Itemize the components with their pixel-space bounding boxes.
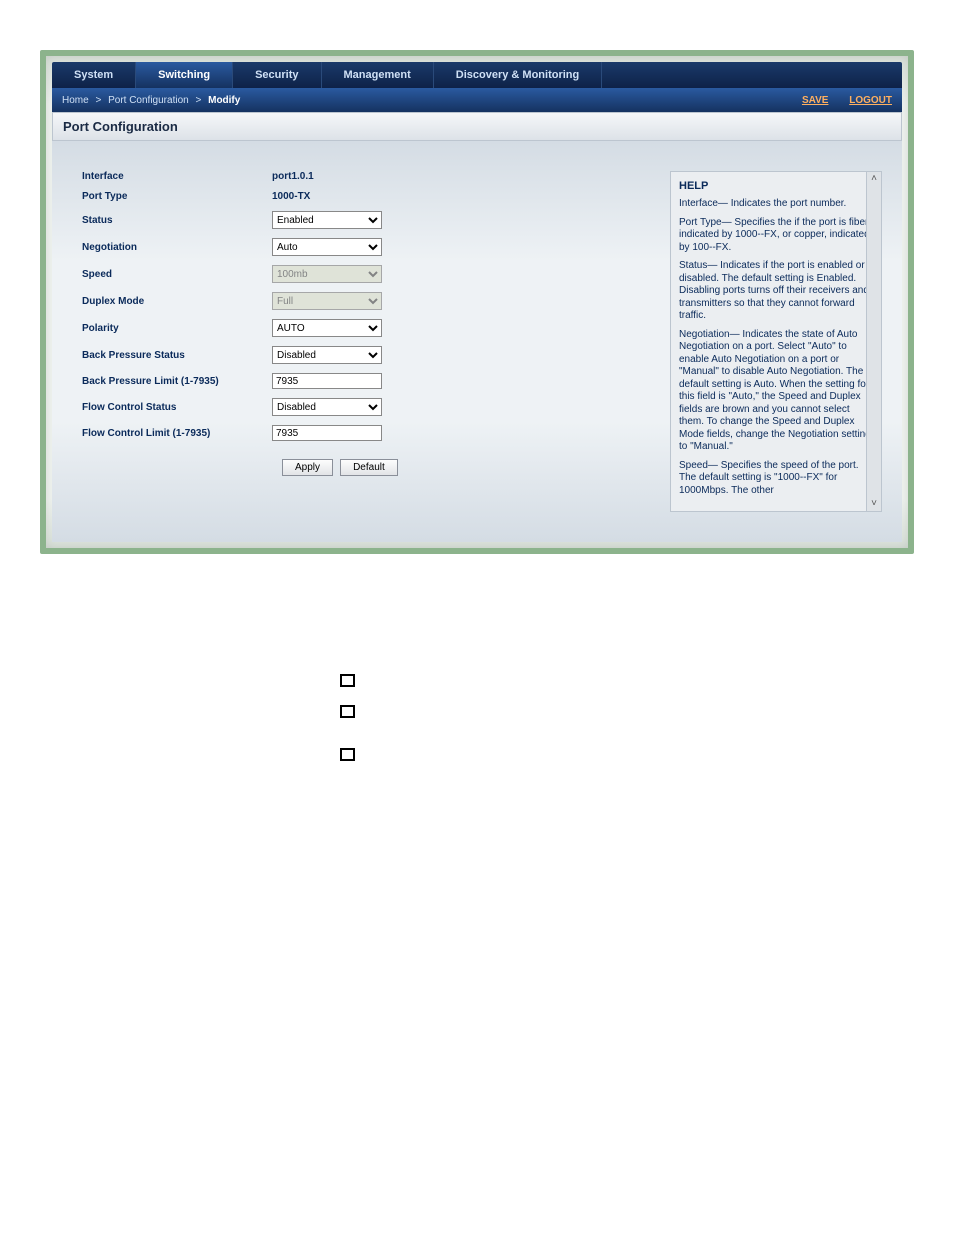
label-status: Status — [82, 215, 272, 226]
label-bp-status: Back Pressure Status — [82, 350, 272, 361]
help-scrollbar[interactable]: ˄ ˅ — [866, 172, 881, 511]
breadcrumb-current: Modify — [208, 95, 240, 106]
help-p1: Interface— Indicates the port number. — [679, 198, 873, 211]
breadcrumb-bar: Home > Port Configuration > Modify SAVE … — [52, 88, 902, 112]
help-p5: Speed— Specifies the speed of the port. … — [679, 460, 873, 498]
label-fc-status: Flow Control Status — [82, 402, 272, 413]
logout-link[interactable]: LOGOUT — [849, 95, 892, 106]
nav-tab-discovery[interactable]: Discovery & Monitoring — [434, 62, 602, 88]
select-speed: 100mb — [272, 265, 382, 283]
value-port-type: 1000-TX — [272, 191, 310, 202]
nav-tab-system[interactable]: System — [52, 62, 136, 88]
select-bp-status[interactable]: Disabled — [272, 346, 382, 364]
select-status[interactable]: Enabled — [272, 211, 382, 229]
help-title: HELP — [679, 180, 873, 192]
nav-tab-management[interactable]: Management — [322, 62, 434, 88]
default-button[interactable]: Default — [340, 459, 398, 476]
breadcrumb-sep: > — [95, 95, 101, 106]
help-p3: Status— Indicates if the port is enabled… — [679, 260, 873, 323]
content-wrap: Interface port1.0.1 Port Type 1000-TX St… — [52, 141, 902, 542]
select-polarity[interactable]: AUTO — [272, 319, 382, 337]
label-fc-limit: Flow Control Limit (1-7935) — [82, 428, 272, 439]
device-frame: System Switching Security Management Dis… — [40, 50, 914, 554]
breadcrumb-sep2: > — [195, 95, 201, 106]
help-panel: HELP Interface— Indicates the port numbe… — [670, 171, 882, 512]
select-duplex: Full — [272, 292, 382, 310]
page-title: Port Configuration — [52, 112, 902, 141]
label-polarity: Polarity — [82, 323, 272, 334]
input-bp-limit[interactable] — [272, 373, 382, 389]
nav-tab-security[interactable]: Security — [233, 62, 321, 88]
label-duplex: Duplex Mode — [82, 296, 272, 307]
label-interface: Interface — [82, 171, 272, 182]
apply-button[interactable]: Apply — [282, 459, 333, 476]
label-speed: Speed — [82, 269, 272, 280]
breadcrumb-home[interactable]: Home — [62, 95, 89, 106]
help-p4: Negotiation— Indicates the state of Auto… — [679, 329, 873, 454]
scroll-down-icon[interactable]: ˅ — [871, 497, 877, 511]
help-p2: Port Type— Specifies the if the port is … — [679, 217, 873, 255]
form-area: Interface port1.0.1 Port Type 1000-TX St… — [72, 171, 650, 512]
bullet-icon — [340, 705, 355, 718]
select-fc-status[interactable]: Disabled — [272, 398, 382, 416]
select-negotiation[interactable]: Auto — [272, 238, 382, 256]
breadcrumb-path1[interactable]: Port Configuration — [108, 95, 189, 106]
bullet-icon — [340, 748, 355, 761]
scroll-up-icon[interactable]: ˄ — [871, 172, 877, 186]
breadcrumb: Home > Port Configuration > Modify — [62, 95, 244, 106]
nav-tab-switching[interactable]: Switching — [136, 62, 233, 88]
label-port-type: Port Type — [82, 191, 272, 202]
main-nav: System Switching Security Management Dis… — [52, 62, 902, 88]
notes-list — [340, 674, 914, 761]
save-link[interactable]: SAVE — [802, 95, 829, 106]
bullet-icon — [340, 674, 355, 687]
label-bp-limit: Back Pressure Limit (1-7935) — [82, 376, 272, 387]
value-interface: port1.0.1 — [272, 171, 314, 182]
label-negotiation: Negotiation — [82, 242, 272, 253]
input-fc-limit[interactable] — [272, 425, 382, 441]
